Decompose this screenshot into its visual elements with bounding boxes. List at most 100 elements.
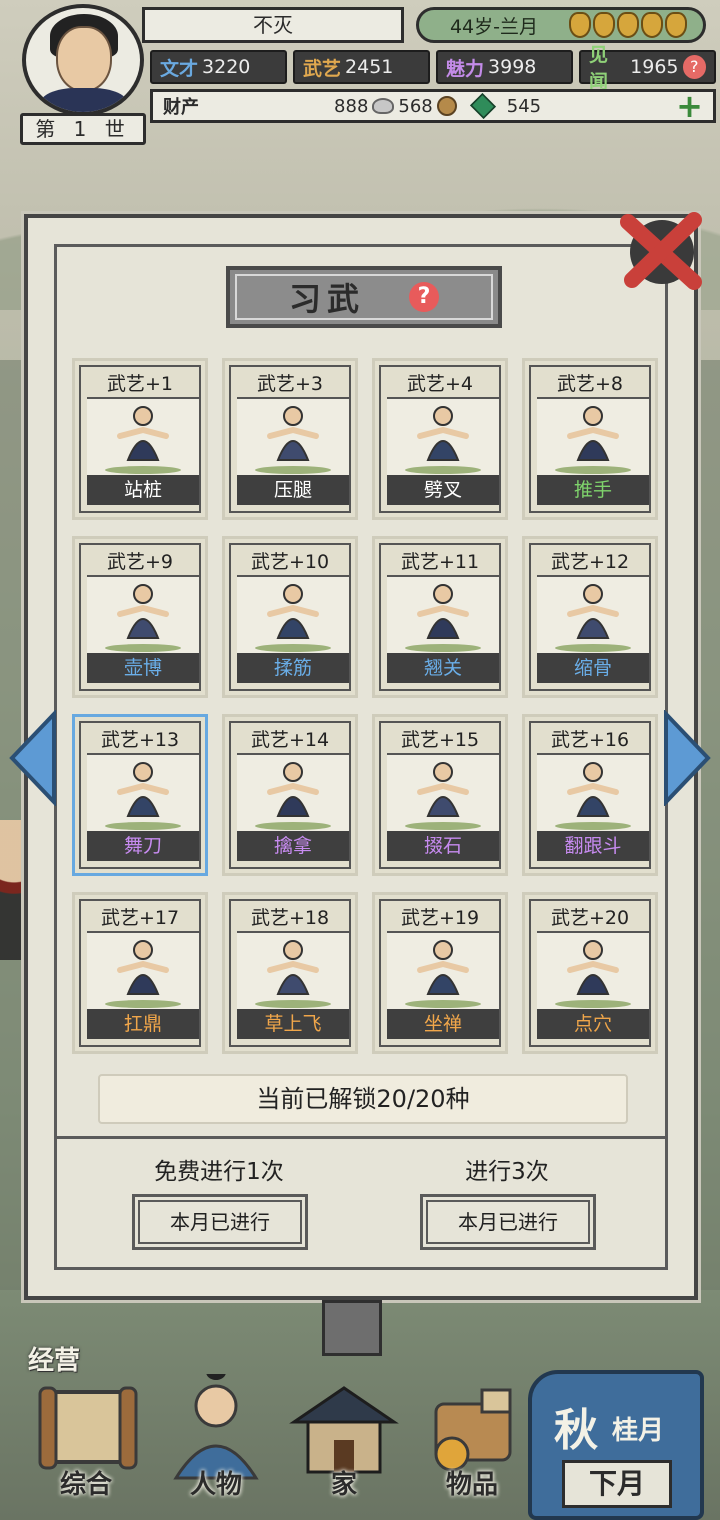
exercise-gain: 武艺+9 [106,551,173,573]
next-page-button[interactable] [662,709,714,807]
exercise-art [537,575,649,657]
stat-jianwen: 见闻 1965 ? [579,44,716,93]
copper-value: 568 [398,95,433,117]
close-button[interactable] [614,208,706,294]
exercise-card[interactable]: 武艺+1 站桩 [72,358,208,520]
exercise-art-icon [555,762,631,830]
exercise-card[interactable]: 武艺+3 压腿 [222,358,358,520]
exercise-gain: 武艺+18 [250,907,330,929]
exercise-card[interactable]: 武艺+11 翘关 [372,536,508,698]
paid-train-button[interactable]: 本月已进行 [420,1194,596,1250]
exercise-gain: 武艺+8 [556,373,623,395]
unlock-status: 当前已解锁20/20种 [98,1074,628,1124]
help-icon[interactable]: ? [409,282,439,312]
exercise-gain: 武艺+19 [400,907,480,929]
panel-title-inner: 习武 ? [235,274,493,320]
exercise-card[interactable]: 武艺+9 壶博 [72,536,208,698]
season-name: 秋 [554,1405,598,1456]
stat-label: 文才 [160,57,199,80]
exercise-card[interactable]: 武艺+18 草上飞 [222,892,358,1054]
stamina-icon [569,12,591,38]
manage-label: 经营 [28,1346,81,1376]
exercise-art-icon [105,406,181,474]
exercise-art [387,575,499,657]
exercise-art [87,931,199,1013]
wealth-label: 财产 [163,97,199,118]
exercise-name: 舞刀 [87,831,199,861]
exercise-name: 压腿 [237,475,349,505]
stat-label: 见闻 [589,44,609,93]
exercise-name: 揉筋 [237,653,349,683]
exercise-card[interactable]: 武艺+17 扛鼎 [72,892,208,1054]
player-avatar[interactable] [22,4,144,116]
bottom-nav: 经营 综合 人物 家 物品 秋 桂月 下月 [0,1300,720,1520]
stats-row: 文才 3220 武艺 2451 魅力 3998 见闻 1965 ? [150,44,716,93]
exercise-art-icon [555,940,631,1008]
jade-value: 545 [506,95,542,117]
exercise-card[interactable]: 武艺+13 舞刀 [72,714,208,876]
exercise-art-icon [405,584,481,652]
panel-title: 习武 [288,280,365,318]
exercise-gain: 武艺+12 [550,551,630,573]
exercise-name: 劈叉 [387,475,499,505]
age-bar: 44岁-兰月 [416,7,706,43]
avatar-body [40,88,128,112]
exercise-name: 草上飞 [237,1009,349,1039]
exercise-art-icon [405,940,481,1008]
free-train-button[interactable]: 本月已进行 [132,1194,308,1250]
panel-title-box: 习武 ? [226,266,502,328]
generation-label: 第 1 世 [20,113,146,145]
exercise-art-icon [105,762,181,830]
exercise-card[interactable]: 武艺+8 推手 [522,358,658,520]
exercise-card[interactable]: 武艺+16 翻跟斗 [522,714,658,876]
paid-train-label: 进行3次 [465,1159,549,1185]
exercise-card[interactable]: 武艺+15 掇石 [372,714,508,876]
martial-training-panel: 习武 ? 武艺+1 站桩 武艺+3 压腿 武艺+4 劈叉 武艺+8 推手 武艺+9 壶博 武艺+10… [24,212,702,1300]
exercise-gain: 武艺+10 [250,551,330,573]
exercise-card[interactable]: 武艺+20 点穴 [522,892,658,1054]
next-month-button[interactable]: 下月 [562,1460,672,1508]
exercise-name: 扛鼎 [87,1009,199,1039]
exercise-gain: 武艺+13 [100,729,180,751]
exercise-name: 壶博 [87,653,199,683]
exercise-name: 站桩 [87,475,199,505]
exercise-name: 点穴 [537,1009,649,1039]
prev-page-button[interactable] [6,709,58,807]
exercise-grid: 武艺+1 站桩 武艺+3 压腿 武艺+4 劈叉 武艺+8 推手 武艺+9 壶博 武艺+10 揉筋 武艺+… [72,358,658,1054]
stat-meili: 魅力 3998 [436,50,573,84]
exercise-name: 擒拿 [237,831,349,861]
exercise-gain: 武艺+3 [256,373,323,395]
gate-icon [322,1300,382,1356]
arrow-right-icon [664,709,711,807]
exercise-card[interactable]: 武艺+10 揉筋 [222,536,358,698]
exercise-card[interactable]: 武艺+4 劈叉 [372,358,508,520]
exercise-card[interactable]: 武艺+12 缩骨 [522,536,658,698]
exercise-art [537,753,649,835]
exercise-art [237,753,349,835]
exercise-card[interactable]: 武艺+14 擒拿 [222,714,358,876]
copper-coin-icon [436,96,457,116]
exercise-art [237,931,349,1013]
exercise-name: 推手 [537,475,649,505]
stat-wencai: 文才 3220 [150,50,287,84]
exercise-gain: 武艺+16 [550,729,630,751]
silver-ingot-icon [372,98,395,114]
exercise-art [87,575,199,657]
exercise-art-icon [255,406,331,474]
add-jade-button[interactable]: + [676,90,703,122]
exercise-art [87,753,199,835]
stat-label: 武艺 [303,57,342,80]
wealth-row: 财产 888 568 545 + [150,89,716,123]
stat-value: 2451 [345,56,394,78]
arrow-left-icon [9,709,56,807]
exercise-gain: 武艺+11 [400,551,480,573]
stats-help-icon[interactable]: ? [682,55,706,79]
exercise-gain: 武艺+17 [100,907,180,929]
silver-value: 888 [334,95,369,117]
stat-value: 3998 [488,56,537,78]
exercise-name: 缩骨 [537,653,649,683]
stamina-icon [617,12,639,38]
exercise-art [87,397,199,479]
stat-label: 魅力 [446,57,485,80]
exercise-card[interactable]: 武艺+19 坐禅 [372,892,508,1054]
